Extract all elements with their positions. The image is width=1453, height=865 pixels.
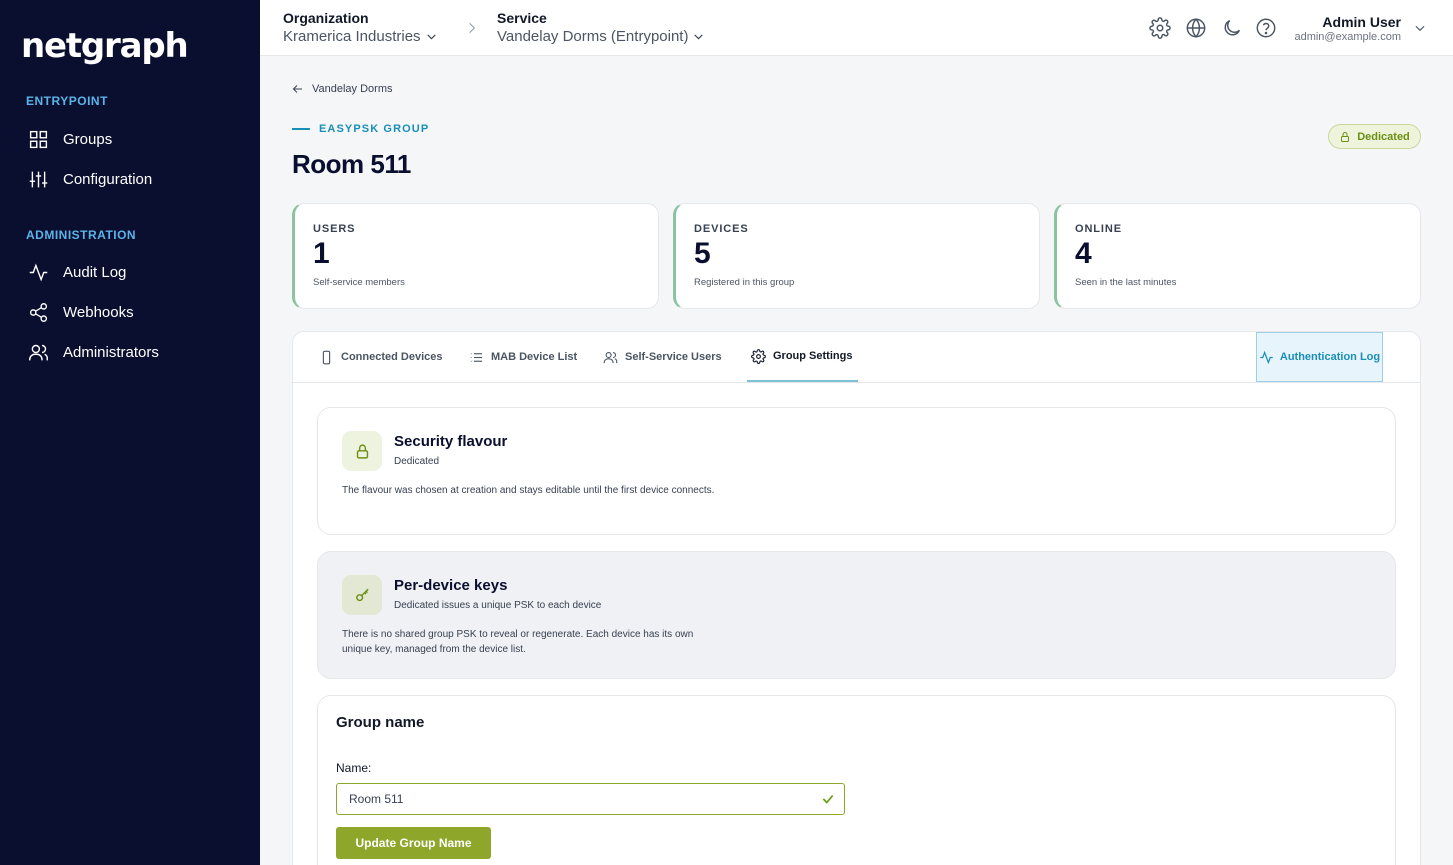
service-value: Vandelay Dorms (Entrypoint) [497,28,689,45]
sidebar-item-configuration[interactable]: Configuration [28,167,152,191]
lock-icon [1341,131,1350,142]
service-label: Service [497,10,547,26]
section-label-entrypoint: ENTRYPOINT [26,94,108,108]
eyebrow-label: EASYPSK GROUP [319,123,430,135]
sidebar-item-label: Administrators [63,343,159,361]
user-name: Admin User [1322,14,1401,30]
netgraph-logo[interactable]: netgraph [21,26,189,66]
tab-authentication-log[interactable]: Authentication Log [1256,332,1383,382]
organization-selector[interactable]: Organization Kramerica Industries [283,10,438,45]
status-badge: Dedicated [1328,124,1421,149]
stat-label: DEVICES [694,223,749,235]
form-title: Group name [336,714,425,731]
tab-group-settings[interactable]: Group Settings [747,332,858,382]
sidebar-item-label: Groups [63,130,113,148]
tab-label: Connected Devices [341,351,443,363]
globe-icon[interactable] [1185,17,1207,39]
service-dropdown[interactable]: Vandelay Dorms (Entrypoint) [497,28,705,45]
organization-value: Kramerica Industries [283,28,421,45]
tab-bar: Connected Devices MAB Device List Self-S… [293,332,1420,383]
chevron-down-icon [426,34,436,40]
list-icon [470,352,483,362]
sidebar-item-audit-log[interactable]: Audit Log [28,260,126,284]
arrow-left-icon [292,85,302,93]
check-icon [822,794,834,804]
tab-self-service-users[interactable]: Self-Service Users [599,332,726,382]
sliders-icon [29,171,48,187]
moon-icon[interactable] [1221,17,1243,39]
users-icon [29,344,48,360]
card-description: There is no shared group PSK to reveal o… [342,629,694,655]
phone-icon [322,350,331,364]
activity-icon [1260,350,1273,364]
back-link-label: Vandelay Dorms [312,83,393,95]
update-group-name-button[interactable]: Update Group Name [336,827,491,859]
icon-box [342,575,382,615]
grid-icon [29,130,48,148]
back-link[interactable]: Vandelay Dorms [292,83,393,95]
stat-label: USERS [313,223,356,235]
stat-sub: Self-service members [313,277,405,288]
section-label-administration: ADMINISTRATION [26,228,137,242]
gear-icon [751,348,766,364]
sidebar-item-administrators[interactable]: Administrators [28,340,159,364]
stat-card-users: USERS 1 Self-service members [292,203,659,309]
security-flavour-card: Security flavour Dedicated The flavour w… [317,407,1396,535]
icon-box [342,431,382,471]
stat-sub: Seen in the last minutes [1075,277,1177,288]
sidebar-item-webhooks[interactable]: Webhooks [28,300,134,324]
sidebar-item-label: Webhooks [63,303,134,321]
card-subtitle: Dedicated [394,456,440,467]
stat-card-online: ONLINE 4 Seen in the last minutes [1054,203,1421,309]
per-device-keys-card: Per-device keys Dedicated issues a uniqu… [317,551,1396,679]
user-email: admin@example.com [1294,31,1401,43]
tab-label: MAB Device List [491,351,578,363]
tab-connected-devices[interactable]: Connected Devices [315,332,446,382]
topbar: Organization Kramerica Industries Servic… [260,0,1453,56]
service-selector[interactable]: Service Vandelay Dorms (Entrypoint) [497,10,705,45]
stat-card-devices: DEVICES 5 Registered in this group [673,203,1040,309]
page-title: Room 511 [292,149,411,179]
card-title: Per-device keys [394,577,508,594]
sidebar-item-label: Configuration [63,170,153,188]
tab-label: Self-Service Users [625,351,722,363]
user-menu[interactable]: Admin User admin@example.com [1294,14,1401,43]
gear-icon[interactable] [1149,17,1171,39]
chevron-down-icon [694,34,704,40]
card-title: Security flavour [394,433,508,450]
group-name-card: Group name Name: Update Group Name [317,695,1396,865]
tab-label: Group Settings [773,350,853,362]
tab-mab-device-list[interactable]: MAB Device List [465,332,581,382]
card-subtitle: Dedicated issues a unique PSK to each de… [394,600,602,611]
page-eyebrow: EASYPSK GROUP [292,123,429,135]
status-badge-label: Dedicated [1357,130,1410,143]
help-icon[interactable] [1255,17,1277,39]
stat-sub: Registered in this group [694,277,795,288]
sidebar-item-label: Audit Log [63,263,127,281]
tab-label: Authentication Log [1279,351,1381,363]
name-field-label: Name: [336,761,372,775]
share-icon [29,302,48,322]
key-icon [355,588,369,601]
group-panel: Connected Devices MAB Device List Self-S… [292,331,1421,865]
sidebar-item-groups[interactable]: Groups [28,127,112,151]
users-icon [603,351,618,363]
sidebar: netgraph ENTRYPOINT Groups Configuration… [0,0,260,865]
lock-icon [356,443,368,459]
organization-dropdown[interactable]: Kramerica Industries [283,28,438,45]
organization-label: Organization [283,10,369,26]
stat-value: 1 [313,237,330,270]
stat-label: ONLINE [1075,223,1122,235]
chevron-right-icon [469,22,476,34]
stat-value: 4 [1075,237,1092,270]
activity-icon [29,263,48,281]
card-description: The flavour was chosen at creation and s… [342,485,715,496]
chevron-down-icon[interactable] [1413,21,1427,35]
eyebrow-line [292,128,310,130]
group-name-input[interactable] [336,783,845,815]
stat-value: 5 [694,237,711,270]
